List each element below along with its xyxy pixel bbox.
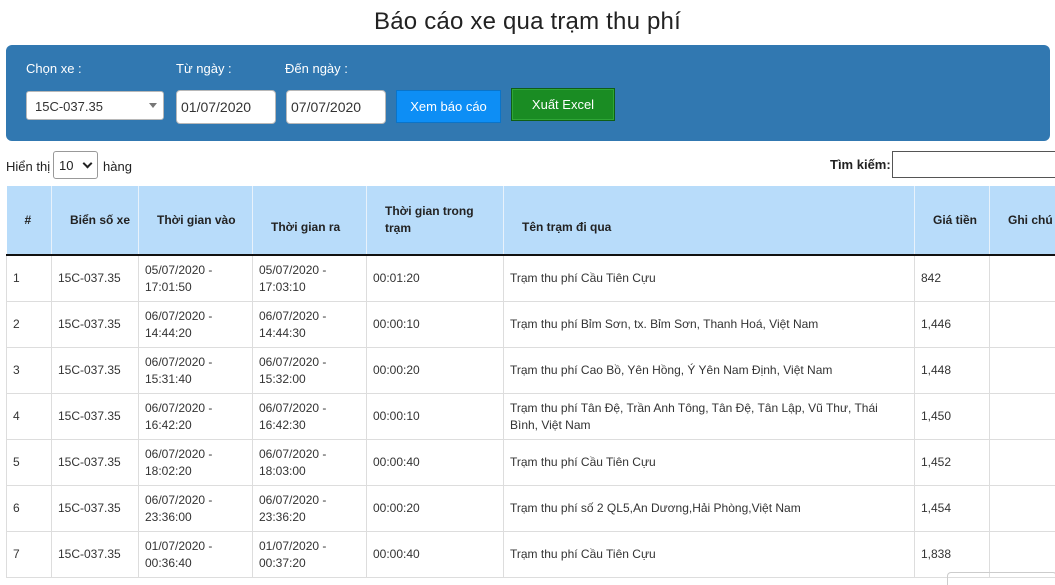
cell-index: 4	[7, 394, 52, 440]
cell-time-out: 06/07/2020 - 15:32:00	[253, 348, 367, 394]
table-row: 115C-037.3505/07/2020 - 17:01:5005/07/20…	[7, 255, 1055, 302]
cell-note	[990, 440, 1055, 486]
to-date-input[interactable]	[286, 90, 386, 124]
cell-index: 2	[7, 302, 52, 348]
cell-station: Trạm thu phí Bỉm Sơn, tx. Bỉm Sơn, Thanh…	[504, 302, 915, 348]
cell-note	[990, 302, 1055, 348]
cell-duration: 00:00:10	[367, 394, 504, 440]
table-header-row: # Biển số xe Thời gian vào Thời gian ra …	[7, 186, 1055, 255]
chevron-down-icon	[83, 159, 93, 169]
cell-plate: 15C-037.35	[52, 255, 139, 302]
cell-time-in: 06/07/2020 - 23:36:00	[139, 486, 253, 532]
cell-time-out: 06/07/2020 - 16:42:30	[253, 394, 367, 440]
col-header-index[interactable]: #	[7, 186, 52, 255]
cell-duration: 00:00:20	[367, 486, 504, 532]
cell-time-out: 01/07/2020 - 00:37:20	[253, 532, 367, 578]
cell-time-out: 06/07/2020 - 18:03:00	[253, 440, 367, 486]
cell-note	[990, 486, 1055, 532]
cell-price: 1,452	[915, 440, 990, 486]
cell-station: Trạm thu phí Tân Đệ, Trần Anh Tông, Tân …	[504, 394, 915, 440]
cell-station: Trạm thu phí Cao Bồ, Yên Hồng, Ý Yên Nam…	[504, 348, 915, 394]
col-header-plate[interactable]: Biển số xe	[52, 186, 139, 255]
filter-panel: Chọn xe : Từ ngày : Đến ngày : 15C-037.3…	[6, 45, 1050, 141]
cell-plate: 15C-037.35	[52, 394, 139, 440]
cell-time-in: 06/07/2020 - 15:31:40	[139, 348, 253, 394]
cell-time-out: 06/07/2020 - 23:36:20	[253, 486, 367, 532]
cell-plate: 15C-037.35	[52, 302, 139, 348]
cell-price: 1,454	[915, 486, 990, 532]
cell-note	[990, 348, 1055, 394]
col-header-price[interactable]: Giá tiền	[915, 186, 990, 255]
table-row: 415C-037.3506/07/2020 - 16:42:2006/07/20…	[7, 394, 1055, 440]
cell-time-in: 01/07/2020 - 00:36:40	[139, 532, 253, 578]
cell-station: Trạm thu phí Cầu Tiên Cựu	[504, 532, 915, 578]
cell-index: 5	[7, 440, 52, 486]
view-report-button[interactable]: Xem báo cáo	[396, 90, 501, 123]
cell-price: 1,446	[915, 302, 990, 348]
cell-time-in: 06/07/2020 - 14:44:20	[139, 302, 253, 348]
cell-time-in: 05/07/2020 - 17:01:50	[139, 255, 253, 302]
cell-plate: 15C-037.35	[52, 348, 139, 394]
vehicle-select-value: 15C-037.35	[35, 99, 103, 114]
table-row: 315C-037.3506/07/2020 - 15:31:4006/07/20…	[7, 348, 1055, 394]
cell-index: 3	[7, 348, 52, 394]
col-header-time-out[interactable]: Thời gian ra	[253, 186, 367, 255]
cell-index: 7	[7, 532, 52, 578]
caret-down-icon	[149, 103, 157, 108]
entries-select[interactable]: 10	[53, 151, 98, 179]
entries-select-value: 10	[59, 158, 73, 173]
entries-suffix: hàng	[103, 159, 132, 174]
from-date-input[interactable]	[176, 90, 276, 124]
page-title: Báo cáo xe qua trạm thu phí	[0, 8, 1055, 36]
vehicle-select[interactable]: 15C-037.35	[26, 91, 164, 120]
cell-duration: 00:00:10	[367, 302, 504, 348]
table-row: 515C-037.3506/07/2020 - 18:02:2006/07/20…	[7, 440, 1055, 486]
pagination-box	[947, 572, 1055, 585]
cell-station: Trạm thu phí số 2 QL5,An Dương,Hải Phòng…	[504, 486, 915, 532]
export-excel-button[interactable]: Xuất Excel	[511, 88, 615, 121]
cell-note	[990, 532, 1055, 578]
cell-duration: 00:01:20	[367, 255, 504, 302]
vehicle-label: Chọn xe :	[26, 61, 82, 76]
cell-price: 1,448	[915, 348, 990, 394]
cell-price: 1,838	[915, 532, 990, 578]
cell-plate: 15C-037.35	[52, 532, 139, 578]
cell-index: 1	[7, 255, 52, 302]
cell-duration: 00:00:40	[367, 532, 504, 578]
cell-time-in: 06/07/2020 - 18:02:20	[139, 440, 253, 486]
cell-plate: 15C-037.35	[52, 440, 139, 486]
cell-station: Trạm thu phí Cầu Tiên Cựu	[504, 255, 915, 302]
cell-plate: 15C-037.35	[52, 486, 139, 532]
to-date-label: Đến ngày :	[285, 61, 348, 76]
cell-duration: 00:00:40	[367, 440, 504, 486]
table-row: 715C-037.3501/07/2020 - 00:36:4001/07/20…	[7, 532, 1055, 578]
cell-time-in: 06/07/2020 - 16:42:20	[139, 394, 253, 440]
cell-price: 1,450	[915, 394, 990, 440]
report-table: # Biển số xe Thời gian vào Thời gian ra …	[6, 186, 1055, 578]
search-label: Tìm kiếm:	[830, 157, 891, 172]
table-row: 215C-037.3506/07/2020 - 14:44:2006/07/20…	[7, 302, 1055, 348]
col-header-time-in[interactable]: Thời gian vào	[139, 186, 253, 255]
cell-time-out: 05/07/2020 - 17:03:10	[253, 255, 367, 302]
cell-note	[990, 255, 1055, 302]
show-label: Hiển thị	[6, 159, 50, 174]
cell-price: 842	[915, 255, 990, 302]
cell-duration: 00:00:20	[367, 348, 504, 394]
from-date-label: Từ ngày :	[176, 61, 232, 76]
cell-index: 6	[7, 486, 52, 532]
cell-time-out: 06/07/2020 - 14:44:30	[253, 302, 367, 348]
table-row: 615C-037.3506/07/2020 - 23:36:0006/07/20…	[7, 486, 1055, 532]
col-header-duration[interactable]: Thời gian trong trạm	[367, 186, 504, 255]
search-input[interactable]	[892, 151, 1055, 178]
cell-note	[990, 394, 1055, 440]
col-header-note[interactable]: Ghi chú	[990, 186, 1055, 255]
col-header-station[interactable]: Tên trạm đi qua	[504, 186, 915, 255]
cell-station: Trạm thu phí Cầu Tiên Cựu	[504, 440, 915, 486]
